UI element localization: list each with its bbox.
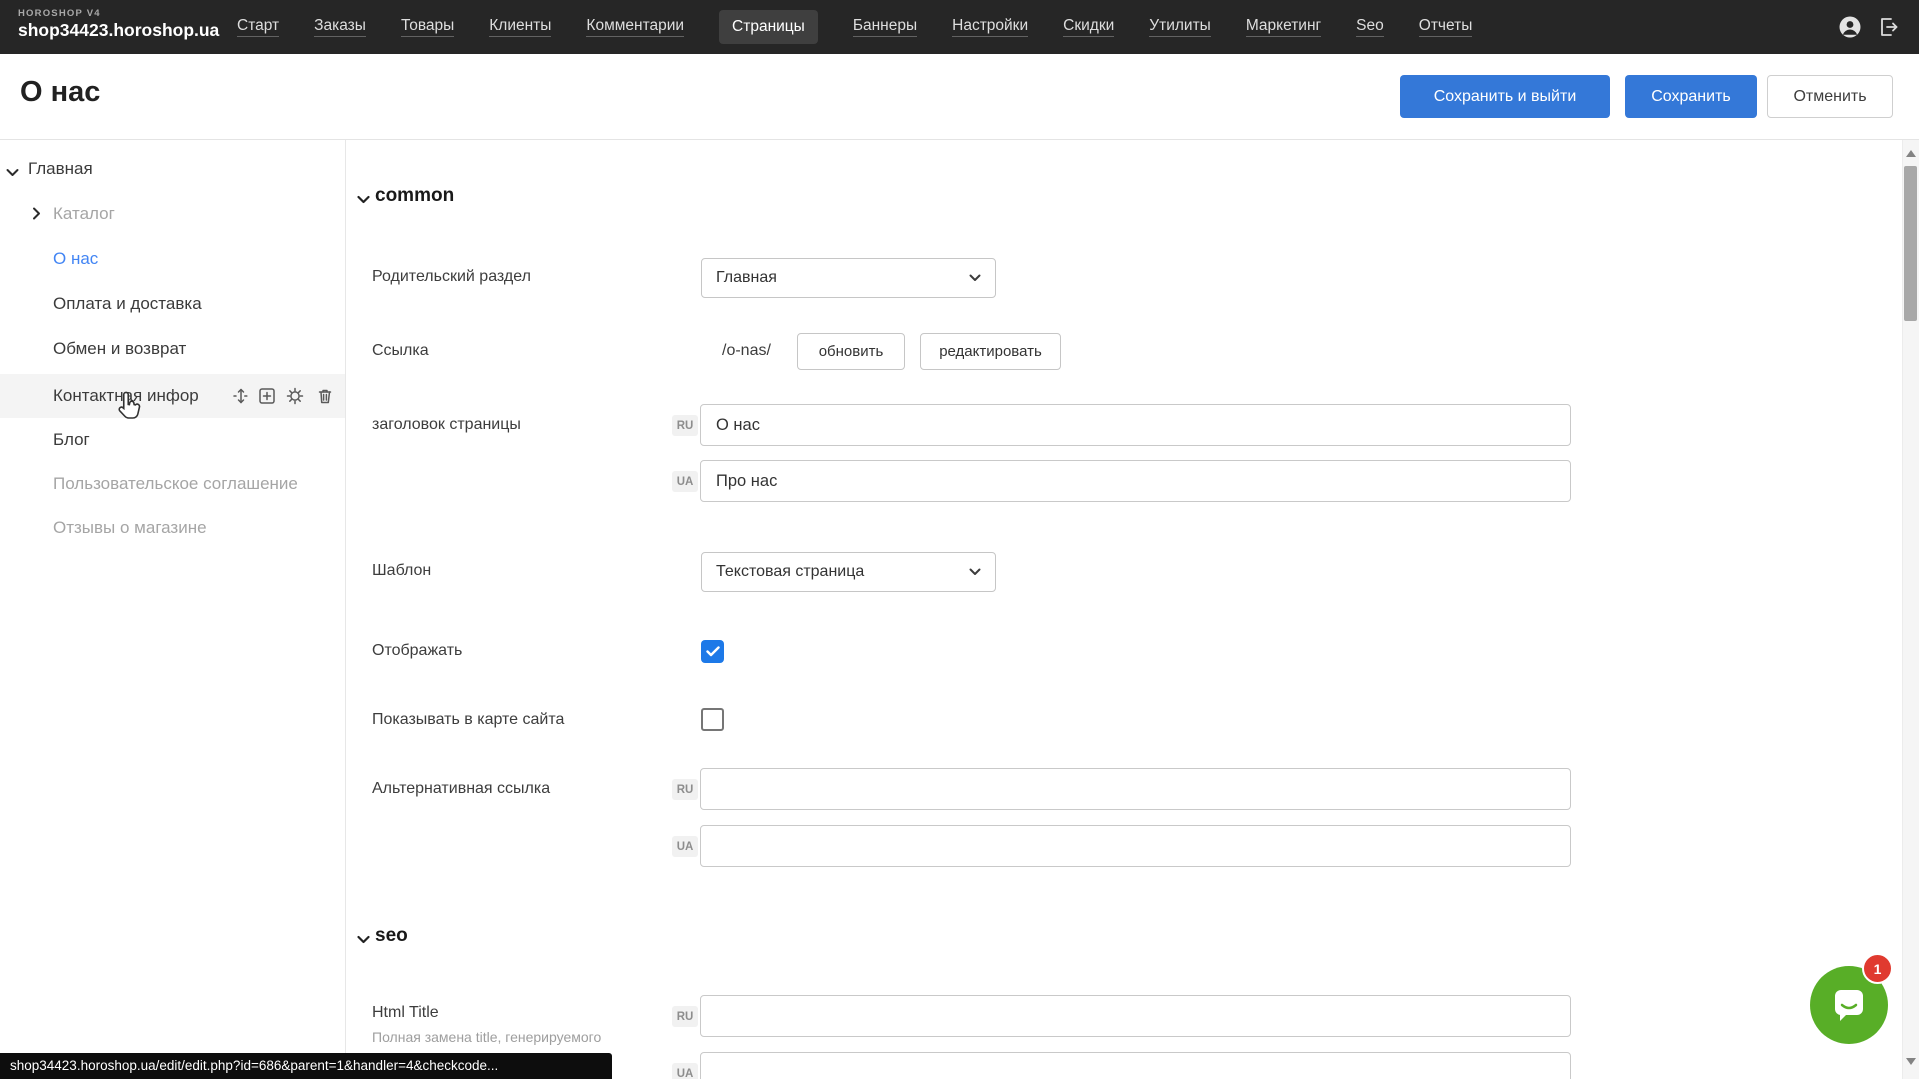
lang-tag-ua: UA <box>672 1063 698 1079</box>
sidebar-item-polzovatelskoe[interactable]: Пользовательское соглашение <box>53 473 298 495</box>
sidebar-item-blog[interactable]: Блог <box>53 429 90 451</box>
parent-section-select[interactable]: Главная <box>701 258 996 298</box>
brand-logo[interactable]: HOROSHOP V4 shop34423.horoshop.ua <box>18 8 219 41</box>
brand-version: HOROSHOP V4 <box>18 8 219 19</box>
chevron-down-icon <box>969 269 981 287</box>
menu-item-utilities[interactable]: Утилиты <box>1149 17 1211 37</box>
sidebar-item-kontaktnaya[interactable]: Контактная инфор <box>53 385 199 407</box>
chat-bubble-icon <box>1828 983 1870 1027</box>
alt-link-ua-input[interactable] <box>700 825 1571 867</box>
menu-item-clients[interactable]: Клиенты <box>489 17 551 37</box>
lang-tag-ua: UA <box>672 836 698 857</box>
section-seo-title[interactable]: seo <box>375 924 408 948</box>
delete-trash-icon[interactable] <box>316 387 334 405</box>
move-icon[interactable] <box>232 387 250 405</box>
alt-link-ru-input[interactable] <box>700 768 1571 810</box>
scrollbar-thumb[interactable] <box>1904 166 1917 321</box>
sidebar-divider <box>345 140 346 1079</box>
save-button[interactable]: Сохранить <box>1625 75 1757 118</box>
page-heading-ua-input[interactable] <box>700 460 1571 502</box>
lang-tag-ua: UA <box>672 471 698 492</box>
display-checkbox[interactable] <box>701 640 724 663</box>
user-account-icon[interactable] <box>1838 15 1862 39</box>
lang-tag-ru: RU <box>672 1006 698 1027</box>
checkmark-icon <box>706 646 720 657</box>
html-title-ru-input[interactable] <box>700 995 1571 1037</box>
page-title: О нас <box>20 76 100 109</box>
link-edit-button[interactable]: редактировать <box>920 333 1061 370</box>
parent-section-label: Родительский раздел <box>372 266 531 288</box>
add-page-icon[interactable] <box>258 387 276 405</box>
link-refresh-button[interactable]: обновить <box>797 333 905 370</box>
menu-item-orders[interactable]: Заказы <box>314 17 366 37</box>
page-heading-label: заголовок страницы <box>372 414 521 436</box>
topbar: HOROSHOP V4 shop34423.horoshop.ua Старт … <box>0 0 1919 54</box>
html-title-label: Html Title <box>372 1002 439 1024</box>
lang-tag-ru: RU <box>672 415 698 436</box>
sidebar-item-otzyvy[interactable]: Отзывы о магазине <box>53 517 207 539</box>
template-select[interactable]: Текстовая страница <box>701 552 996 592</box>
alt-link-label: Альтернативная ссылка <box>372 778 550 800</box>
menu-item-discounts[interactable]: Скидки <box>1063 17 1114 37</box>
sitemap-checkbox[interactable] <box>701 708 724 731</box>
page-heading-ru-input[interactable] <box>700 404 1571 446</box>
parent-section-value: Главная <box>716 269 777 287</box>
header-divider <box>0 139 1919 140</box>
chevron-down-icon[interactable] <box>6 164 19 182</box>
section-common-collapse-icon[interactable] <box>357 191 370 209</box>
display-label: Отображать <box>372 640 462 662</box>
sidebar-item-oplata[interactable]: Оплата и доставка <box>53 293 202 315</box>
menu-item-marketing[interactable]: Маркетинг <box>1246 17 1321 37</box>
template-label: Шаблон <box>372 560 431 582</box>
chevron-right-icon[interactable] <box>32 207 41 225</box>
settings-gear-icon[interactable] <box>286 387 304 405</box>
brand-domain: shop34423.horoshop.ua <box>18 20 219 41</box>
sidebar-item-katalog[interactable]: Каталог <box>53 203 115 225</box>
menu-item-settings[interactable]: Настройки <box>952 17 1028 37</box>
link-path-value: /o-nas/ <box>722 340 771 362</box>
menu-item-reports[interactable]: Отчеты <box>1419 17 1473 37</box>
section-common-title[interactable]: common <box>375 184 454 208</box>
lang-tag-ru: RU <box>672 779 698 800</box>
screen: HOROSHOP V4 shop34423.horoshop.ua Старт … <box>0 0 1919 1079</box>
sitemap-label: Показывать в карте сайта <box>372 709 564 731</box>
section-seo-collapse-icon[interactable] <box>357 931 370 949</box>
sidebar-item-o-nas[interactable]: О нас <box>53 248 98 270</box>
sidebar-item-obmen[interactable]: Обмен и возврат <box>53 338 186 360</box>
save-and-exit-button[interactable]: Сохранить и выйти <box>1400 75 1610 118</box>
menu-item-banners[interactable]: Баннеры <box>853 17 917 37</box>
menu-item-seo[interactable]: Seo <box>1356 17 1384 37</box>
chevron-down-icon <box>969 563 981 581</box>
link-label: Ссылка <box>372 340 429 362</box>
html-title-hint: Полная замена title, генерируемого <box>372 1028 601 1046</box>
html-title-ua-input[interactable] <box>700 1052 1571 1079</box>
menu-item-pages[interactable]: Страницы <box>719 10 818 44</box>
template-value: Текстовая страница <box>716 563 864 581</box>
logout-icon[interactable] <box>1876 15 1900 39</box>
chat-unread-badge: 1 <box>1862 953 1893 984</box>
cancel-button[interactable]: Отменить <box>1767 75 1893 118</box>
scrollbar-up-arrow[interactable] <box>1906 150 1916 157</box>
menu-item-products[interactable]: Товары <box>401 17 454 37</box>
menu-item-start[interactable]: Старт <box>237 17 279 37</box>
status-url-tooltip: shop34423.horoshop.ua/edit/edit.php?id=6… <box>0 1053 612 1079</box>
scrollbar-down-arrow[interactable] <box>1906 1058 1916 1065</box>
menu-item-comments[interactable]: Комментарии <box>586 17 684 37</box>
sidebar-item-glavnaya[interactable]: Главная <box>28 158 93 180</box>
main-menu: Старт Заказы Товары Клиенты Комментарии … <box>237 0 1472 54</box>
